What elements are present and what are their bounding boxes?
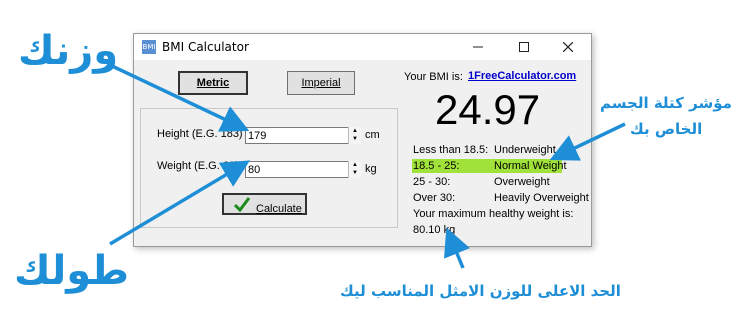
arrow-max [444, 227, 470, 269]
annotation-arrows [109, 64, 626, 269]
arrow-weight [111, 64, 250, 132]
arrow-bmi [549, 122, 626, 161]
arrow-height [109, 160, 251, 246]
